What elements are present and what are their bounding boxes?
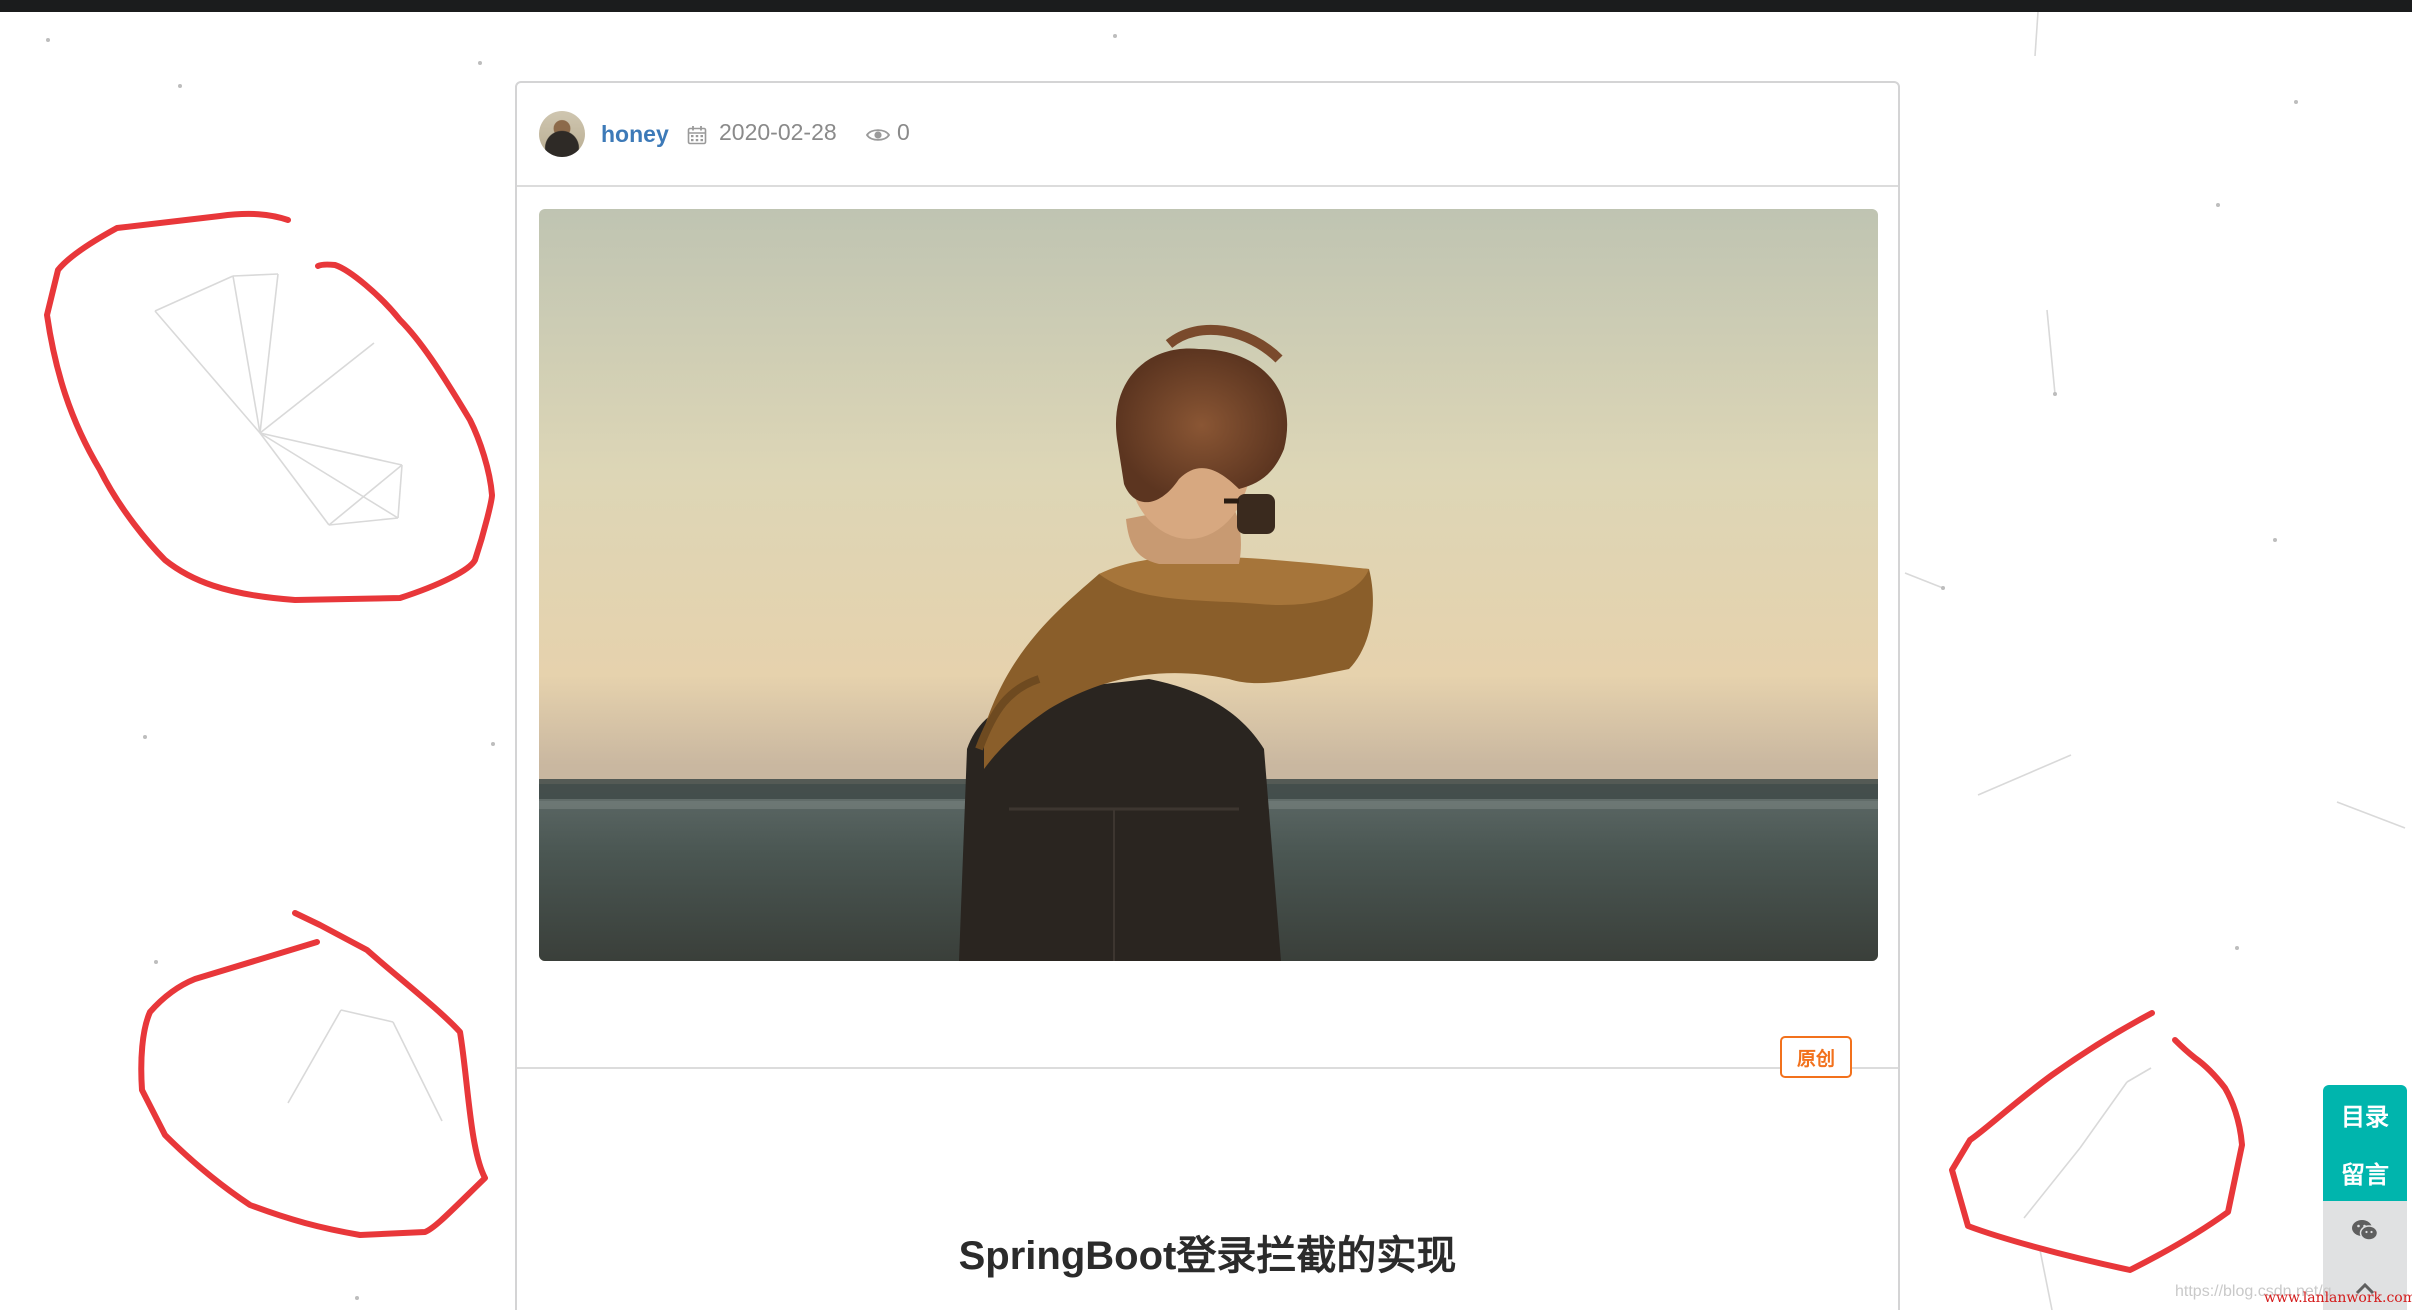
author-avatar[interactable]	[539, 111, 585, 157]
floating-toolbar: 目录 留言	[2323, 1085, 2407, 1310]
toc-button[interactable]: 目录	[2323, 1085, 2407, 1143]
comment-button[interactable]: 留言	[2323, 1143, 2407, 1201]
cover-image-section	[517, 187, 1898, 1069]
post-card: honey 2020-02-28 0 原创 SpringBoot登录拦截的实现	[515, 81, 1900, 1310]
view-count: 0	[897, 119, 910, 145]
author-name-link[interactable]: honey	[601, 121, 669, 148]
post-meta-header: honey 2020-02-28 0	[517, 83, 1898, 187]
post-date: 2020-02-28	[719, 119, 837, 145]
original-badge: 原创	[1780, 1036, 1852, 1078]
post-title: SpringBoot登录拦截的实现	[958, 1234, 1457, 1278]
wechat-button[interactable]	[2323, 1201, 2407, 1259]
page: honey 2020-02-28 0 原创 SpringBoot登录拦截的实现 …	[0, 0, 2412, 1310]
wechat-icon	[2352, 1220, 2379, 1241]
calendar-icon	[687, 126, 707, 145]
eye-icon	[866, 129, 890, 141]
site-watermark: www.lanlanwork.com	[2264, 1290, 2412, 1306]
cover-image	[539, 209, 1878, 961]
